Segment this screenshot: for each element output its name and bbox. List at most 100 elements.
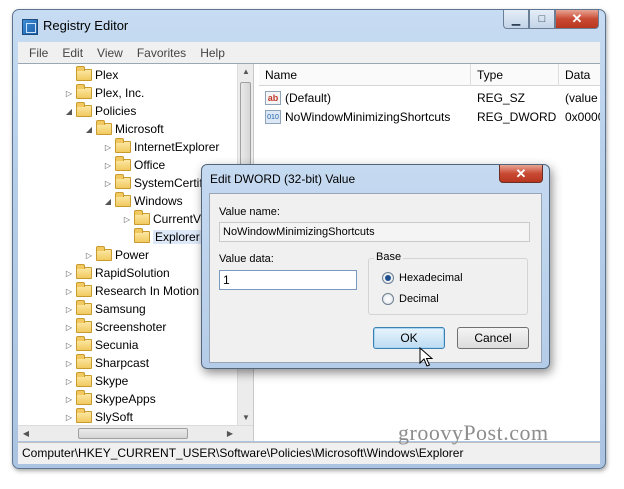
value-data: 0x00000001 (1) xyxy=(565,110,600,124)
expand-arrow-icon[interactable]: ▷ xyxy=(102,143,114,152)
scrollbar-thumb[interactable] xyxy=(78,428,188,439)
expand-arrow-icon[interactable]: ▷ xyxy=(63,395,75,404)
scroll-up-icon[interactable]: ▲ xyxy=(238,64,253,80)
title-bar[interactable]: Registry Editor ▁ □ ✕ xyxy=(13,10,605,42)
tree-item-explorer[interactable]: Explorer xyxy=(121,228,202,246)
value-data-input[interactable] xyxy=(219,270,357,290)
column-data-header[interactable]: Data xyxy=(559,64,600,86)
folder-icon xyxy=(76,354,92,369)
folder-icon xyxy=(76,84,92,99)
folder-icon xyxy=(96,120,112,135)
tree-item-slysoft[interactable]: ▷ SlySoft xyxy=(63,408,133,426)
value-row[interactable]: ab (Default) REG_SZ (value not set) xyxy=(259,89,600,108)
close-button[interactable]: ✕ xyxy=(555,10,599,29)
tree-item-office[interactable]: ▷ Office xyxy=(102,156,165,174)
decimal-label: Decimal xyxy=(399,293,439,305)
collapse-arrow-icon[interactable]: ◢ xyxy=(83,125,95,134)
expand-arrow-icon[interactable]: ▷ xyxy=(63,89,75,98)
folder-icon xyxy=(96,246,112,261)
folder-icon xyxy=(76,282,92,297)
radio-unselected-icon[interactable] xyxy=(382,293,394,305)
menu-edit[interactable]: Edit xyxy=(55,46,90,60)
folder-open-icon xyxy=(134,228,150,243)
tree-item-research-in-motion[interactable]: ▷ Research In Motion xyxy=(63,282,199,300)
dialog-body: Value name: NoWindowMinimizingShortcuts … xyxy=(209,193,542,363)
expand-arrow-icon[interactable]: ▷ xyxy=(121,215,133,224)
tree-item-label: Research In Motion xyxy=(95,284,200,298)
tree-item-power[interactable]: ▷ Power xyxy=(83,246,149,264)
expand-arrow-icon[interactable]: ▷ xyxy=(63,413,75,422)
value-row[interactable]: 010 NoWindowMinimizingShortcuts REG_DWOR… xyxy=(259,108,600,127)
tree-item-screenshoter[interactable]: ▷ Screenshoter xyxy=(63,318,166,336)
radio-selected-icon[interactable] xyxy=(382,272,394,284)
ok-button[interactable]: OK xyxy=(373,327,445,349)
tree-item-label: Windows xyxy=(134,194,183,208)
scroll-down-icon[interactable]: ▼ xyxy=(238,410,253,426)
menu-view[interactable]: View xyxy=(90,46,130,60)
tree-item-internetexplorer[interactable]: ▷ InternetExplorer xyxy=(102,138,219,156)
tree-item-label: Office xyxy=(134,158,166,172)
tree-item-skypeapps[interactable]: ▷ SkypeApps xyxy=(63,390,156,408)
base-group xyxy=(368,258,528,315)
tree-item-samsung[interactable]: ▷ Samsung xyxy=(63,300,146,318)
tree-item-plex-inc[interactable]: ▷ Plex, Inc. xyxy=(63,84,144,102)
expand-arrow-icon[interactable]: ▷ xyxy=(102,161,114,170)
tree-item-windows[interactable]: ◢ Windows xyxy=(102,192,183,210)
folder-icon xyxy=(76,300,92,315)
expand-arrow-icon[interactable]: ▷ xyxy=(63,359,75,368)
tree-item-plex[interactable]: Plex xyxy=(63,66,118,84)
tree-item-label: SkypeApps xyxy=(95,392,156,406)
cancel-button[interactable]: Cancel xyxy=(457,327,529,349)
folder-icon xyxy=(76,318,92,333)
menu-file[interactable]: File xyxy=(22,46,55,60)
tree-item-label: Plex xyxy=(95,68,119,82)
value-name-label: Value name: xyxy=(219,206,280,218)
collapse-arrow-icon[interactable]: ◢ xyxy=(102,197,114,206)
scroll-left-icon[interactable]: ◀ xyxy=(18,426,34,441)
window-title: Registry Editor xyxy=(43,18,129,33)
menu-favorites[interactable]: Favorites xyxy=(130,46,193,60)
mouse-cursor-icon xyxy=(419,347,433,367)
expand-arrow-icon[interactable]: ▷ xyxy=(83,251,95,260)
expand-arrow-icon[interactable]: ▷ xyxy=(63,287,75,296)
value-type: REG_SZ xyxy=(477,91,526,105)
folder-icon xyxy=(134,210,150,225)
tree-item-label: Microsoft xyxy=(115,122,164,136)
value-type: REG_DWORD xyxy=(477,110,557,124)
tree-item-label: RapidSolution xyxy=(95,266,170,280)
expand-arrow-icon[interactable]: ▷ xyxy=(63,377,75,386)
column-name-header[interactable]: Name xyxy=(259,64,471,86)
tree-item-skype[interactable]: ▷ Skype xyxy=(63,372,128,390)
tree-item-rapidsolution[interactable]: ▷ RapidSolution xyxy=(63,264,170,282)
watermark: groovyPost.com xyxy=(398,420,549,445)
decimal-radio[interactable]: Decimal xyxy=(382,293,439,305)
folder-icon xyxy=(76,336,92,351)
menu-help[interactable]: Help xyxy=(193,46,232,60)
tree-item-microsoft[interactable]: ◢ Microsoft xyxy=(83,120,164,138)
value-name: NoWindowMinimizingShortcuts xyxy=(285,110,451,124)
tree-item-sharpcast[interactable]: ▷ Sharpcast xyxy=(63,354,149,372)
registry-editor-icon xyxy=(22,19,38,35)
folder-icon xyxy=(115,156,131,171)
tree-horizontal-scrollbar[interactable]: ◀ ▶ xyxy=(18,425,253,441)
scroll-right-icon[interactable]: ▶ xyxy=(222,426,238,441)
expand-arrow-icon[interactable]: ▷ xyxy=(102,179,114,188)
minimize-button[interactable]: ▁ xyxy=(503,10,529,29)
value-name: (Default) xyxy=(285,91,332,105)
expand-arrow-icon[interactable]: ▷ xyxy=(63,323,75,332)
folder-icon xyxy=(115,192,131,207)
hexadecimal-radio[interactable]: Hexadecimal xyxy=(382,272,463,284)
dialog-close-button[interactable]: ✕ xyxy=(499,165,543,183)
collapse-arrow-icon[interactable]: ◢ xyxy=(63,107,75,116)
expand-arrow-icon[interactable]: ▷ xyxy=(63,341,75,350)
maximize-button[interactable]: □ xyxy=(529,10,555,29)
string-value-icon: ab xyxy=(265,91,281,105)
tree-item-secunia[interactable]: ▷ Secunia xyxy=(63,336,138,354)
tree-item-label: SlySoft xyxy=(95,410,134,424)
value-data: (value not set) xyxy=(565,91,600,105)
expand-arrow-icon[interactable]: ▷ xyxy=(63,269,75,278)
expand-arrow-icon[interactable]: ▷ xyxy=(63,305,75,314)
tree-item-policies[interactable]: ◢ Policies xyxy=(63,102,136,120)
tree-item-label: Skype xyxy=(95,374,129,388)
column-type-header[interactable]: Type xyxy=(471,64,559,86)
